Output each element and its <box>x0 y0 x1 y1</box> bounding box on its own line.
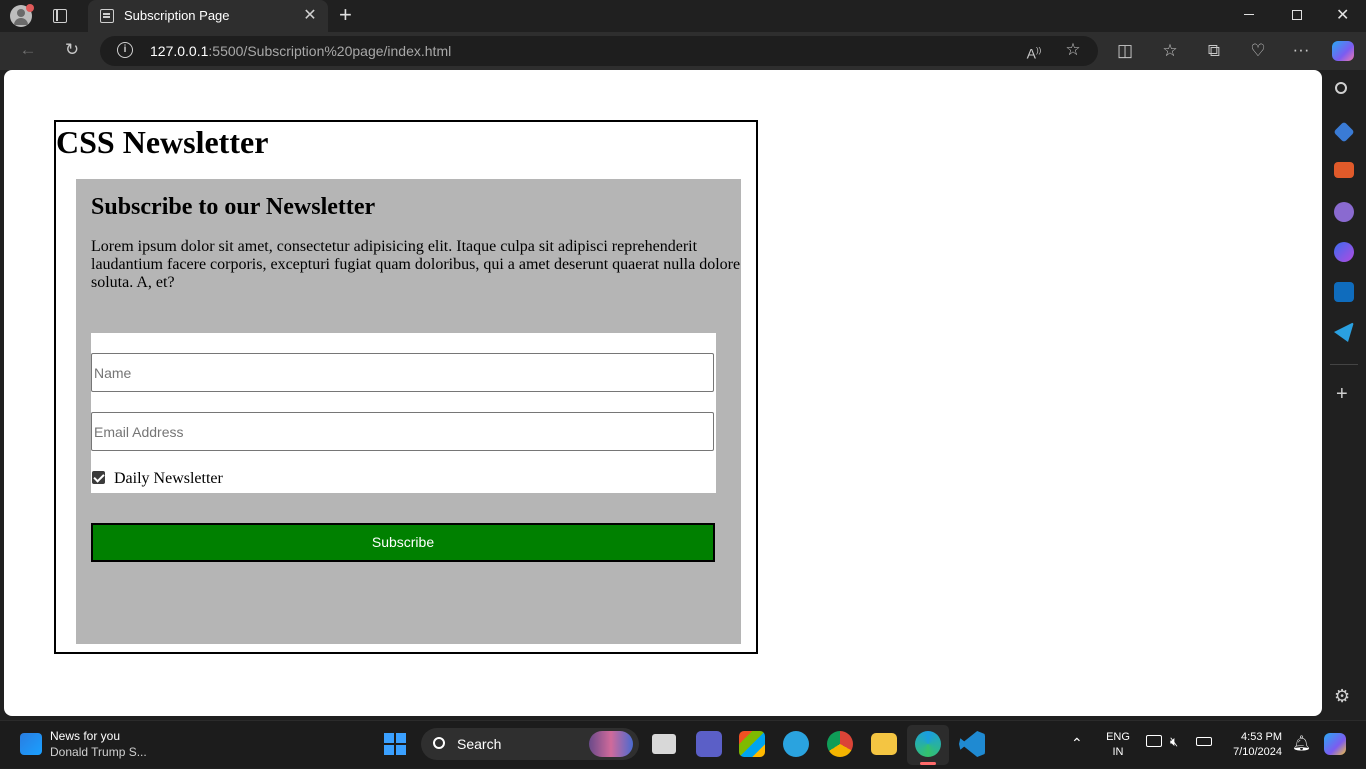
close-window-icon[interactable]: ✕ <box>1336 5 1349 25</box>
browser-essentials-icon[interactable]: ♡ <box>1246 41 1270 61</box>
clock[interactable]: 4:53 PM 7/10/2024 <box>1222 730 1282 760</box>
taskbar-search[interactable]: Search <box>421 728 639 760</box>
name-field[interactable] <box>91 353 714 392</box>
notifications-bell-icon[interactable]: 🔔︎ <box>1292 734 1311 752</box>
start-icon[interactable] <box>384 733 406 755</box>
search-magnifier-icon <box>433 737 445 749</box>
tools-icon[interactable] <box>1334 162 1354 178</box>
news-subtitle: Donald Trump S... <box>50 745 147 759</box>
site-info-icon[interactable]: i <box>117 42 133 58</box>
address-toolbar: ← ↻ i 127.0.0.1:5500/Subscription%20page… <box>0 32 1366 70</box>
search-label: Search <box>457 736 502 752</box>
news-icon <box>20 733 42 755</box>
read-aloud-icon[interactable]: A)) <box>1022 41 1046 64</box>
panel-heading: Subscribe to our Newsletter <box>91 194 376 220</box>
task-view-icon[interactable] <box>652 734 676 754</box>
search-icon[interactable] <box>1335 82 1347 94</box>
tab-subscription-page[interactable]: Subscription Page ✕ <box>88 0 328 32</box>
copilot-taskbar-icon[interactable] <box>1324 733 1346 755</box>
collections-icon[interactable]: ⧉ <box>1202 41 1226 61</box>
volume-muted-icon[interactable]: 🔇︎ <box>1170 734 1178 750</box>
panel-description: Lorem ipsum dolor sit amet, consectetur … <box>91 238 741 291</box>
sidebar-divider <box>1330 364 1358 365</box>
network-icon[interactable] <box>1146 735 1162 747</box>
daily-newsletter-label: Daily Newsletter <box>114 470 223 487</box>
subscribe-panel: Subscribe to our Newsletter Lorem ipsum … <box>76 179 741 644</box>
chrome-icon[interactable] <box>827 731 853 757</box>
shopping-tag-icon[interactable] <box>1333 121 1355 143</box>
split-screen-icon[interactable]: ◫ <box>1113 41 1137 61</box>
refresh-icon[interactable]: ↻ <box>60 40 84 60</box>
edge-icon[interactable] <box>915 731 941 757</box>
daily-newsletter-checkbox[interactable] <box>92 471 105 484</box>
page-title: CSS Newsletter <box>56 124 269 160</box>
close-tab-icon[interactable]: ✕ <box>300 6 320 26</box>
show-hidden-icons-icon[interactable]: ⌃ <box>1071 735 1083 752</box>
subscribe-form: Daily Newsletter <box>91 333 716 493</box>
newsletter-container: CSS Newsletter Subscribe to our Newslett… <box>54 120 758 654</box>
outlook-icon[interactable] <box>1334 282 1354 302</box>
file-explorer-icon[interactable] <box>871 733 897 755</box>
subscribe-button[interactable]: Subscribe <box>91 523 715 562</box>
page-viewport: CSS Newsletter Subscribe to our Newslett… <box>4 70 1322 716</box>
back-icon[interactable]: ← <box>16 40 40 60</box>
address-bar[interactable]: i 127.0.0.1:5500/Subscription%20page/ind… <box>100 36 1098 66</box>
sidebar-settings-icon[interactable]: ⚙ <box>1334 686 1350 706</box>
restore-icon[interactable] <box>1292 10 1302 20</box>
add-sidebar-app-icon[interactable]: + <box>1336 384 1348 404</box>
drop-send-icon[interactable] <box>1334 322 1354 342</box>
favorites-icon[interactable]: ☆ <box>1158 41 1182 61</box>
new-tab-icon[interactable]: + <box>339 3 352 27</box>
battery-icon[interactable] <box>1196 737 1212 746</box>
url-text[interactable]: 127.0.0.1:5500/Subscription%20page/index… <box>150 43 451 59</box>
microsoft-365-icon[interactable] <box>1334 242 1354 262</box>
vscode-icon[interactable] <box>959 731 985 757</box>
profile-icon[interactable] <box>10 4 34 27</box>
browser-title-bar: Subscription Page ✕ + ✕ <box>0 0 1366 32</box>
copilot-icon[interactable] <box>1332 41 1354 61</box>
news-widget[interactable]: News for you Donald Trump S... <box>0 721 170 769</box>
page-favicon-icon <box>100 9 114 23</box>
tab-title: Subscription Page <box>124 8 230 23</box>
tab-actions-icon[interactable] <box>53 9 67 23</box>
edge-sidebar: + ⚙ <box>1322 70 1366 716</box>
favorite-star-icon[interactable]: ☆ <box>1061 40 1085 60</box>
language-indicator[interactable]: ENG IN <box>1104 730 1132 760</box>
more-menu-icon[interactable]: ··· <box>1289 40 1313 60</box>
telegram-icon[interactable] <box>783 731 809 757</box>
games-icon[interactable] <box>1334 202 1354 222</box>
edge-running-indicator <box>920 762 936 765</box>
email-field[interactable] <box>91 412 714 451</box>
windows-taskbar: News for you Donald Trump S... Search ⌃ … <box>0 720 1366 768</box>
microsoft-store-icon[interactable] <box>739 731 765 757</box>
news-title: News for you <box>50 729 121 743</box>
search-highlight-image <box>589 731 633 757</box>
minimize-icon[interactable] <box>1244 14 1254 15</box>
teams-icon[interactable] <box>696 731 722 757</box>
